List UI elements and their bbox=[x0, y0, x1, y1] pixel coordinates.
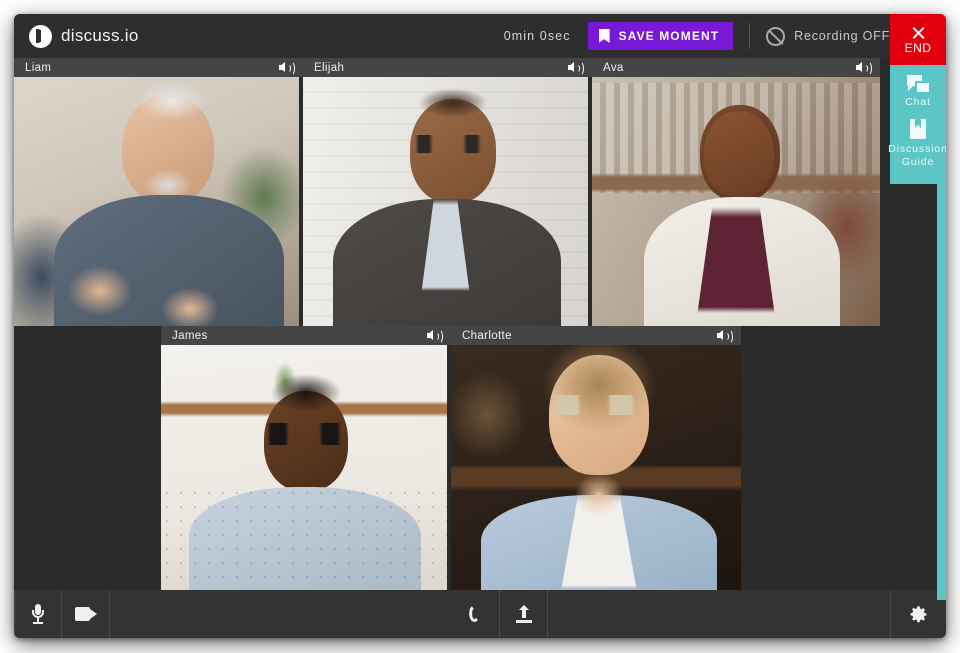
save-moment-label: SAVE MOMENT bbox=[618, 29, 720, 43]
speaker-volume-icon[interactable] bbox=[856, 61, 872, 76]
video-row-2: James Charlotte bbox=[14, 326, 946, 590]
guide-label-line1: Discussion bbox=[888, 143, 946, 155]
sidebar-accent-strip bbox=[937, 184, 946, 600]
brand: discuss.io bbox=[29, 24, 139, 48]
video-feed bbox=[14, 77, 299, 326]
speaker-volume-icon[interactable] bbox=[427, 329, 443, 344]
speaker-volume-icon[interactable] bbox=[717, 329, 733, 344]
phone-icon bbox=[467, 605, 485, 623]
bottom-bar-spacer-left bbox=[110, 590, 452, 638]
recording-label: Recording OFF bbox=[794, 29, 890, 43]
top-bar: discuss.io 0min 0sec SAVE MOMENT Recordi… bbox=[14, 14, 946, 58]
meeting-window: discuss.io 0min 0sec SAVE MOMENT Recordi… bbox=[14, 14, 946, 638]
video-row-1: Liam Elijah Ava bbox=[14, 58, 946, 326]
label-james: James bbox=[161, 326, 451, 345]
participant-name: Ava bbox=[603, 61, 624, 74]
video-feed bbox=[303, 77, 588, 326]
video-tile-james[interactable] bbox=[161, 345, 447, 590]
label-liam: Liam bbox=[14, 58, 303, 77]
upload-icon bbox=[515, 605, 532, 623]
video-tile-elijah[interactable] bbox=[303, 77, 588, 326]
save-moment-button[interactable]: SAVE MOMENT bbox=[587, 22, 734, 50]
discussio-d-logo-icon bbox=[29, 24, 52, 48]
brand-name: discuss.io bbox=[61, 26, 139, 45]
guide-label-line2: Guide bbox=[901, 156, 935, 168]
sidebar-item-discussion-guide[interactable]: Discussion Guide bbox=[888, 109, 946, 169]
speaker-volume-icon[interactable] bbox=[568, 61, 584, 76]
participant-name: Charlotte bbox=[462, 329, 512, 342]
session-timer: 0min 0sec bbox=[503, 29, 571, 43]
camera-button[interactable] bbox=[62, 590, 110, 638]
label-elijah: Elijah bbox=[303, 58, 592, 77]
right-sidebar: Chat Discussion Guide bbox=[888, 65, 946, 184]
video-feed bbox=[451, 345, 741, 590]
video-row-1-tiles bbox=[14, 77, 880, 326]
video-camera-icon bbox=[74, 607, 97, 621]
app-root: discuss.io 0min 0sec SAVE MOMENT Recordi… bbox=[0, 0, 960, 653]
recording-status[interactable]: Recording OFF bbox=[766, 26, 890, 46]
recording-off-icon bbox=[766, 26, 786, 46]
top-bar-right: 0min 0sec SAVE MOMENT Recording OFF bbox=[504, 14, 946, 58]
sidebar-item-chat-label: Chat bbox=[905, 96, 931, 108]
bottom-bar-spacer-right bbox=[548, 590, 890, 638]
video-row-1-labels: Liam Elijah Ava bbox=[14, 58, 880, 77]
end-call-button[interactable]: END bbox=[890, 14, 946, 65]
guide-bookmark-icon bbox=[910, 119, 926, 139]
participant-name: Liam bbox=[25, 61, 52, 74]
bottom-control-bar bbox=[14, 590, 946, 638]
gear-icon bbox=[908, 604, 929, 625]
video-row-2-tiles bbox=[161, 345, 741, 590]
video-row-2-labels: James Charlotte bbox=[161, 326, 741, 345]
sidebar-item-chat[interactable]: Chat bbox=[890, 65, 946, 109]
dial-button[interactable] bbox=[452, 590, 500, 638]
bookmark-icon bbox=[598, 29, 610, 43]
video-stage: Liam Elijah Ava James Charlotte bbox=[14, 58, 946, 590]
participant-name: James bbox=[172, 329, 208, 342]
speaker-volume-icon[interactable] bbox=[279, 61, 295, 76]
end-label: END bbox=[904, 40, 932, 55]
chat-bubbles-icon bbox=[907, 75, 929, 92]
sidebar-item-discussion-guide-label: Discussion Guide bbox=[888, 143, 946, 169]
video-tile-charlotte[interactable] bbox=[451, 345, 741, 590]
microphone-button[interactable] bbox=[14, 590, 62, 638]
participant-name: Elijah bbox=[314, 61, 345, 74]
video-feed bbox=[161, 345, 447, 590]
video-feed bbox=[592, 77, 880, 326]
label-ava: Ava bbox=[592, 58, 880, 77]
video-tile-liam[interactable] bbox=[14, 77, 299, 326]
label-charlotte: Charlotte bbox=[451, 326, 741, 345]
video-tile-ava[interactable] bbox=[592, 77, 880, 326]
microphone-icon bbox=[31, 604, 45, 624]
upload-button[interactable] bbox=[500, 590, 548, 638]
toolbar-divider bbox=[749, 23, 751, 49]
close-x-icon bbox=[911, 25, 926, 40]
